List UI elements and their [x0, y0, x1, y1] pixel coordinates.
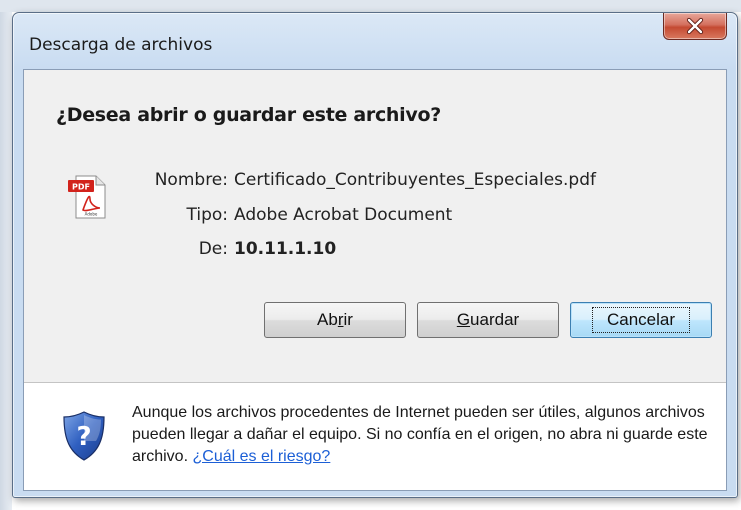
- cancel-button-label: Cancelar: [591, 307, 691, 333]
- save-button-accelerator: G: [456, 310, 471, 329]
- file-from-label: De:: [198, 239, 228, 259]
- file-type-label: Tipo:: [186, 205, 228, 225]
- dialog-upper-panel: ¿Desea abrir o guardar este archivo? PDF…: [24, 70, 726, 382]
- file-type-value: Adobe Acrobat Document: [234, 205, 453, 225]
- close-button[interactable]: [663, 13, 727, 40]
- background-top-edge: [0, 0, 741, 12]
- svg-text:PDF: PDF: [72, 183, 90, 192]
- background-left-edge: [0, 0, 12, 510]
- file-name-label: Nombre:: [154, 170, 228, 190]
- file-name-value: Certificado_Contribuyentes_Especiales.pd…: [234, 170, 596, 190]
- open-button[interactable]: Ab r ir: [264, 302, 406, 338]
- svg-text:Adobe: Adobe: [85, 212, 98, 217]
- save-button-label-post: uardar: [470, 310, 520, 329]
- risk-link[interactable]: ¿Cuál es el riesgo?: [192, 448, 330, 465]
- cancel-button[interactable]: Cancelar: [570, 302, 712, 338]
- section-divider: [24, 382, 726, 383]
- dialog-client-area: ¿Desea abrir o guardar este archivo? PDF…: [23, 69, 727, 491]
- svg-text:?: ?: [76, 422, 91, 452]
- pdf-file-icon: PDF Adobe: [68, 175, 106, 219]
- close-icon: [686, 17, 704, 35]
- title-bar[interactable]: Descarga de archivos: [13, 13, 737, 69]
- file-download-dialog: Descarga de archivos ¿Desea abrir o guar…: [12, 12, 738, 498]
- open-button-label-pre: Ab: [317, 310, 338, 329]
- security-warning-text: Aunque los archivos procedentes de Inter…: [132, 402, 712, 468]
- shield-question-icon: ?: [63, 411, 105, 461]
- window-title: Descarga de archivos: [29, 35, 213, 55]
- save-button[interactable]: Guardar: [417, 302, 559, 338]
- open-button-label-post: ir: [343, 310, 353, 329]
- dialog-question: ¿Desea abrir o guardar este archivo?: [56, 104, 441, 126]
- file-from-value: 10.11.1.10: [234, 239, 337, 259]
